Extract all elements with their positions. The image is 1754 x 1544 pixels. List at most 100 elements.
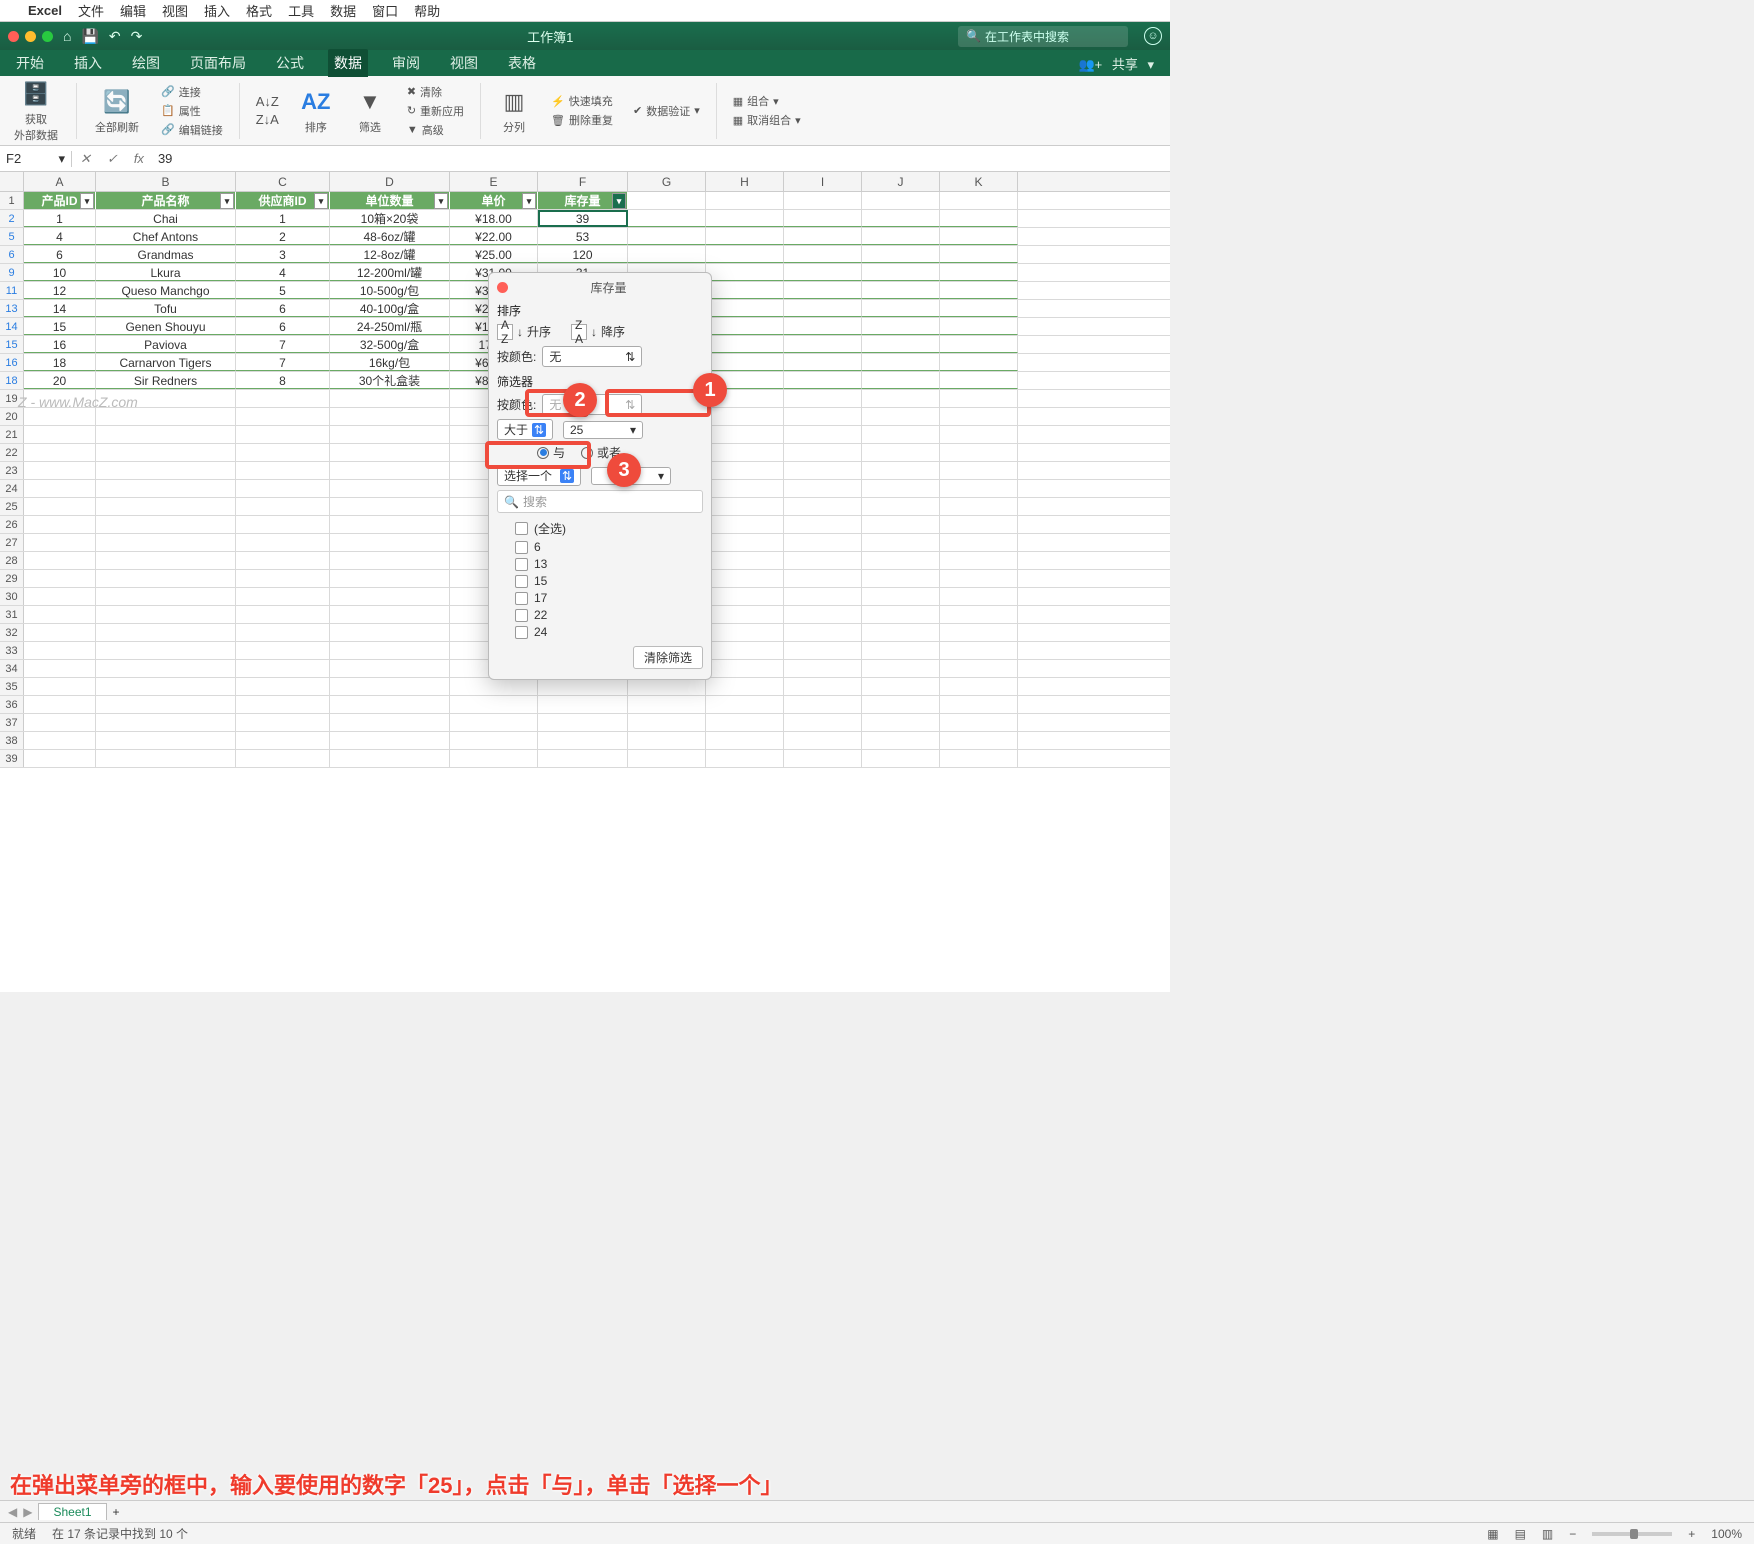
cell[interactable]: 7 <box>236 354 330 371</box>
formula-input[interactable]: 39 <box>152 151 178 166</box>
menu-format[interactable]: 格式 <box>246 1 272 20</box>
cell[interactable]: ¥22.00 <box>450 228 538 245</box>
advanced-button[interactable]: ▼ 高级 <box>407 122 464 138</box>
cell[interactable]: 8 <box>236 372 330 389</box>
zoom-slider[interactable] <box>1592 1532 1672 1536</box>
cell[interactable]: 48-6oz/罐 <box>330 228 450 245</box>
tab-data[interactable]: 数据 <box>328 49 368 77</box>
cell[interactable]: Sir Redners <box>96 372 236 389</box>
sheet-next-icon[interactable]: ▶ <box>23 1505 32 1519</box>
filter-dropdown-icon[interactable]: ▾ <box>522 193 536 209</box>
menu-view[interactable]: 视图 <box>162 1 188 20</box>
clear-filter-button[interactable]: 清除筛选 <box>633 646 703 669</box>
view-break-icon[interactable]: ▥ <box>1542 1527 1553 1541</box>
connections-button[interactable]: 🔗 连接 <box>161 84 223 100</box>
share-button[interactable]: 👥+ 共享 ▾ <box>1072 50 1160 77</box>
edit-links-button[interactable]: 🔗 编辑链接 <box>161 122 223 138</box>
cell[interactable]: 16kg/包 <box>330 354 450 371</box>
sort-asc-option[interactable]: AZ↓ 升序 <box>497 323 551 340</box>
cell[interactable]: Genen Shouyu <box>96 318 236 335</box>
cell[interactable]: 6 <box>24 246 96 263</box>
cell[interactable]: 40-100g/盒 <box>330 300 450 317</box>
menu-insert[interactable]: 插入 <box>204 1 230 20</box>
sheet-prev-icon[interactable]: ◀ <box>8 1505 17 1519</box>
color-select[interactable]: 无⇅ <box>542 346 642 367</box>
ungroup-button[interactable]: ▦ 取消组合 ▾ <box>733 112 801 128</box>
menu-data[interactable]: 数据 <box>330 1 356 20</box>
cb-item[interactable]: 15 <box>515 574 703 588</box>
menu-help[interactable]: 帮助 <box>414 1 440 20</box>
search-input[interactable]: 🔍 在工作表中搜索 <box>958 26 1128 47</box>
undo-icon[interactable]: ↶ <box>109 28 121 45</box>
accept-icon[interactable]: ✓ <box>99 151 126 167</box>
menu-tools[interactable]: 工具 <box>288 1 314 20</box>
text-to-columns-button[interactable]: ▥ 分列 <box>493 87 535 135</box>
cell[interactable]: Paviova <box>96 336 236 353</box>
cell[interactable]: 6 <box>236 300 330 317</box>
cell[interactable]: 10 <box>24 264 96 281</box>
filter-button[interactable]: ▼ 筛选 <box>349 87 391 135</box>
cell[interactable]: Tofu <box>96 300 236 317</box>
cell[interactable]: 12-8oz/罐 <box>330 246 450 263</box>
tab-home[interactable]: 开始 <box>10 49 50 77</box>
menu-file[interactable]: 文件 <box>78 1 104 20</box>
tab-formula[interactable]: 公式 <box>270 49 310 77</box>
menu-edit[interactable]: 编辑 <box>120 1 146 20</box>
minimize-icon[interactable] <box>25 31 36 42</box>
cell[interactable]: 20 <box>24 372 96 389</box>
spreadsheet-grid[interactable]: AB CD EF GH IJ K 1产品ID▾产品名称▾供应商ID▾单位数量▾单… <box>0 172 1170 992</box>
cell[interactable]: 4 <box>236 264 330 281</box>
traffic-lights[interactable] <box>8 31 53 42</box>
mac-menubar[interactable]: Excel 文件 编辑 视图 插入 格式 工具 数据 窗口 帮助 <box>0 0 1170 22</box>
sort-button[interactable]: AZ 排序 <box>295 87 337 135</box>
app-name[interactable]: Excel <box>28 3 62 18</box>
close-icon[interactable] <box>8 31 19 42</box>
cell[interactable]: 6 <box>236 318 330 335</box>
cell[interactable]: Queso Manchgo <box>96 282 236 299</box>
zoom-in-button[interactable]: + <box>1688 1527 1695 1541</box>
filter-search-input[interactable]: 🔍 搜索 <box>497 490 703 513</box>
sort-desc-option[interactable]: ZA↓ 降序 <box>571 323 625 340</box>
view-layout-icon[interactable]: ▤ <box>1515 1527 1526 1541</box>
cell[interactable]: 1 <box>236 210 330 227</box>
save-icon[interactable]: 💾 <box>81 28 98 45</box>
cell[interactable]: Chai <box>96 210 236 227</box>
cell[interactable]: 3 <box>236 246 330 263</box>
sort-desc-button[interactable]: Z↓A <box>256 112 279 127</box>
sheet-tab[interactable]: Sheet1 <box>38 1503 106 1520</box>
cell[interactable]: ¥25.00 <box>450 246 538 263</box>
cell[interactable]: 4 <box>24 228 96 245</box>
get-external-data-button[interactable]: 🗄️ 获取 外部数据 <box>8 79 64 143</box>
cell[interactable]: 10箱×20袋 <box>330 210 450 227</box>
properties-button[interactable]: 📋 属性 <box>161 103 223 119</box>
sort-asc-button[interactable]: A↓Z <box>256 94 279 109</box>
cell[interactable]: 14 <box>24 300 96 317</box>
cell[interactable]: 32-500g/盒 <box>330 336 450 353</box>
cell[interactable]: 7 <box>236 336 330 353</box>
cell[interactable]: 10-500g/包 <box>330 282 450 299</box>
add-sheet-button[interactable]: + <box>113 1505 120 1519</box>
cell[interactable]: 12-200ml/罐 <box>330 264 450 281</box>
tab-view[interactable]: 视图 <box>444 49 484 77</box>
cell[interactable]: ¥18.00 <box>450 210 538 227</box>
cell[interactable]: 1 <box>24 210 96 227</box>
clear-button[interactable]: ✖ 清除 <box>407 84 464 100</box>
tab-draw[interactable]: 绘图 <box>126 49 166 77</box>
data-validation-button[interactable]: ✔ 数据验证 ▾ <box>633 103 700 119</box>
cb-item[interactable]: 13 <box>515 557 703 571</box>
cb-item[interactable]: 22 <box>515 608 703 622</box>
tab-review[interactable]: 审阅 <box>386 49 426 77</box>
cell[interactable]: Chef Antons <box>96 228 236 245</box>
menu-window[interactable]: 窗口 <box>372 1 398 20</box>
cb-all[interactable]: (全选) <box>515 520 703 537</box>
filter-dropdown-icon[interactable]: ▾ <box>314 193 328 209</box>
filter-dropdown-icon[interactable]: ▾ <box>80 193 94 209</box>
maximize-icon[interactable] <box>42 31 53 42</box>
flash-fill-button[interactable]: ⚡ 快速填充 <box>551 93 613 109</box>
column-headers[interactable]: AB CD EF GH IJ K <box>0 172 1170 192</box>
cell[interactable]: Grandmas <box>96 246 236 263</box>
popup-close-icon[interactable] <box>497 282 508 293</box>
cell[interactable]: Carnarvon Tigers <box>96 354 236 371</box>
fx-icon[interactable]: fx <box>126 151 152 166</box>
operator-select[interactable]: 大于⇅ <box>497 419 553 440</box>
